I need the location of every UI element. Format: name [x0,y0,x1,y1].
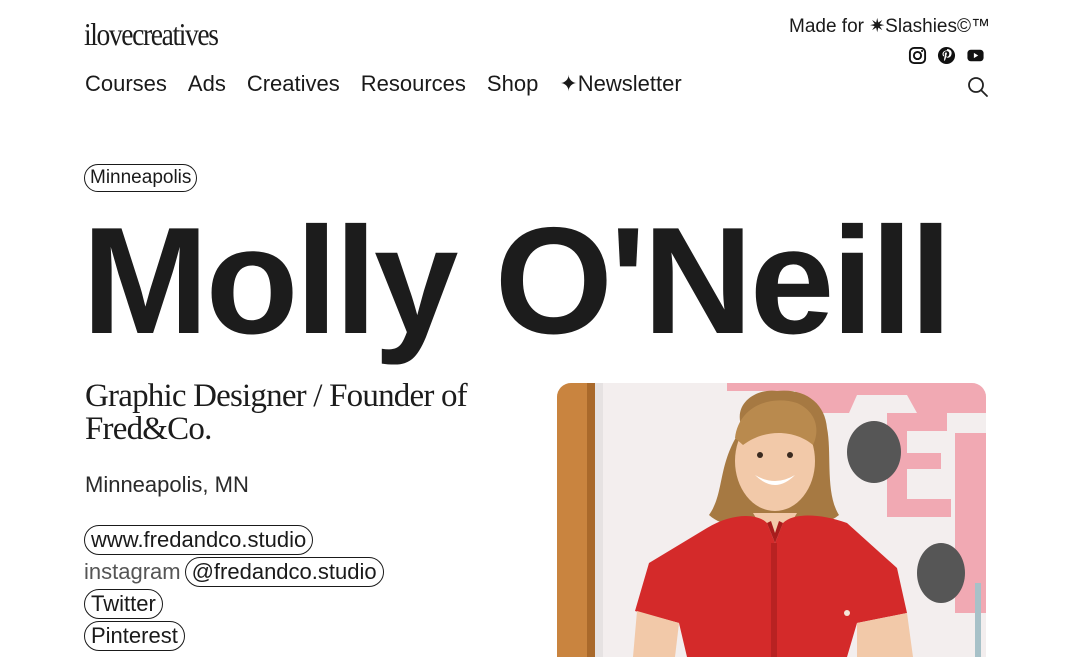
nav-shop[interactable]: Shop [487,70,538,98]
creative-links: www.fredandco.studio instagram @fredandc… [84,524,384,652]
nav-newsletter[interactable]: ✦Newsletter [559,70,681,98]
pinterest-link[interactable]: Pinterest [84,621,185,651]
creative-role: Graphic Designer / Founder of Fred&Co. [85,378,468,447]
creative-location: Minneapolis, MN [85,472,249,497]
instagram-icon[interactable] [908,46,927,65]
main-nav: Courses Ads Creatives Resources Shop ✦Ne… [85,70,682,98]
tagline: Made for ✷Slashies©™ [789,16,990,37]
instagram-handle-link[interactable]: @fredandco.studio [184,557,384,587]
search-icon[interactable] [967,76,989,98]
creative-name: Molly O'Neill [82,196,952,366]
nav-courses[interactable]: Courses [85,70,167,98]
pinterest-icon[interactable] [937,46,956,65]
website-link[interactable]: www.fredandco.studio [84,525,314,555]
youtube-icon[interactable] [966,46,985,65]
nav-ads[interactable]: Ads [188,70,226,98]
creative-photo [557,383,986,657]
social-links [908,46,985,65]
site-logo[interactable]: ilovecreatives [84,14,219,54]
nav-resources[interactable]: Resources [361,70,466,98]
nav-creatives[interactable]: Creatives [247,70,340,98]
instagram-label: instagram [84,559,181,584]
twitter-link[interactable]: Twitter [84,589,163,619]
